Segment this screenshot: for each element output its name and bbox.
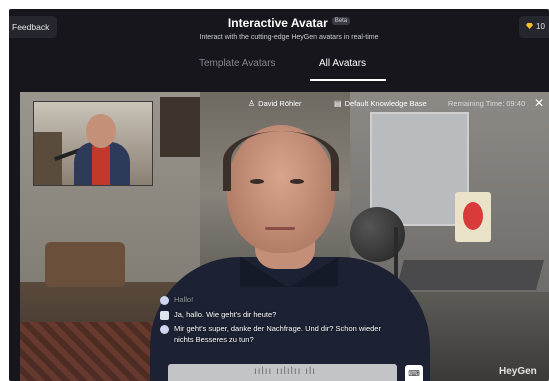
avatar-eye-left [250, 179, 264, 184]
credits-button[interactable]: 10 [519, 16, 549, 38]
avatar-video-stage: ♙ David Röhler ▤ Default Knowledge Base Re… [20, 92, 549, 381]
document-icon: ▤ [334, 99, 342, 108]
avatar-hair [223, 131, 339, 191]
close-icon[interactable]: ✕ [532, 95, 546, 111]
knowledge-base-selector[interactable]: ▤ Default Knowledge Base [334, 96, 427, 112]
top-bar: Feedback Interactive Avatar Beta Interact… [9, 9, 549, 47]
session-user-name: David Röhler [258, 99, 302, 108]
remaining-time: Remaining Time: 09:40 [448, 99, 526, 108]
user-avatar-icon [160, 310, 169, 320]
bot-avatar-icon [160, 325, 169, 334]
title-block: Interactive Avatar Beta Interact with the… [139, 14, 439, 41]
page-title: Interactive Avatar [227, 16, 328, 30]
tab-all-avatars[interactable]: All Avatars [319, 58, 366, 76]
interactive-avatar-app: Feedback Interactive Avatar Beta Interact… [9, 9, 549, 381]
knowledge-base-label: Default Knowledge Base [344, 99, 427, 108]
beta-badge: Beta [331, 17, 351, 25]
avatar-eye-right [290, 179, 304, 184]
page-subtitle: Interact with the cutting-edge HeyGen av… [199, 34, 379, 41]
user-camera-preview[interactable] [33, 101, 153, 186]
gem-icon [526, 23, 533, 29]
pip-person-shirt [92, 146, 110, 185]
chat-transcript: Hallo! Ja, hallo. Wie geht's dir heute? … [160, 295, 400, 349]
background-poster [455, 192, 491, 242]
chat-message: Ja, hallo. Wie geht's dir heute? [160, 310, 400, 321]
credits-count: 10 [536, 22, 545, 31]
avatar-mouth [265, 227, 295, 230]
background-chair [45, 242, 125, 287]
session-user: ♙ David Röhler [248, 96, 302, 112]
active-tab-indicator [310, 79, 386, 81]
heygen-watermark: HeyGen [499, 366, 537, 377]
chat-message-text: Hallo! [174, 295, 194, 304]
avatar-tabs: Template Avatars All Avatars [9, 54, 549, 81]
voice-input-bar[interactable]: ıılıı ıılılıı ılı [168, 364, 397, 381]
tab-template-avatars[interactable]: Template Avatars [199, 58, 276, 76]
bot-avatar-icon [160, 296, 169, 305]
chat-message: Hallo! [160, 295, 400, 306]
chat-message-text: Mir geht's super, danke der Nachfrage. U… [174, 324, 381, 344]
keyboard-icon[interactable]: ⌨ [405, 365, 423, 381]
pip-person-head [86, 114, 116, 148]
chat-message: Mir geht's super, danke der Nachfrage. U… [160, 324, 400, 345]
feedback-button[interactable]: Feedback [9, 16, 58, 38]
person-icon: ♙ [248, 99, 256, 108]
waveform-icon: ıılıı ıılılıı ılı [254, 366, 317, 377]
chat-message-text: Ja, hallo. Wie geht's dir heute? [174, 309, 277, 319]
